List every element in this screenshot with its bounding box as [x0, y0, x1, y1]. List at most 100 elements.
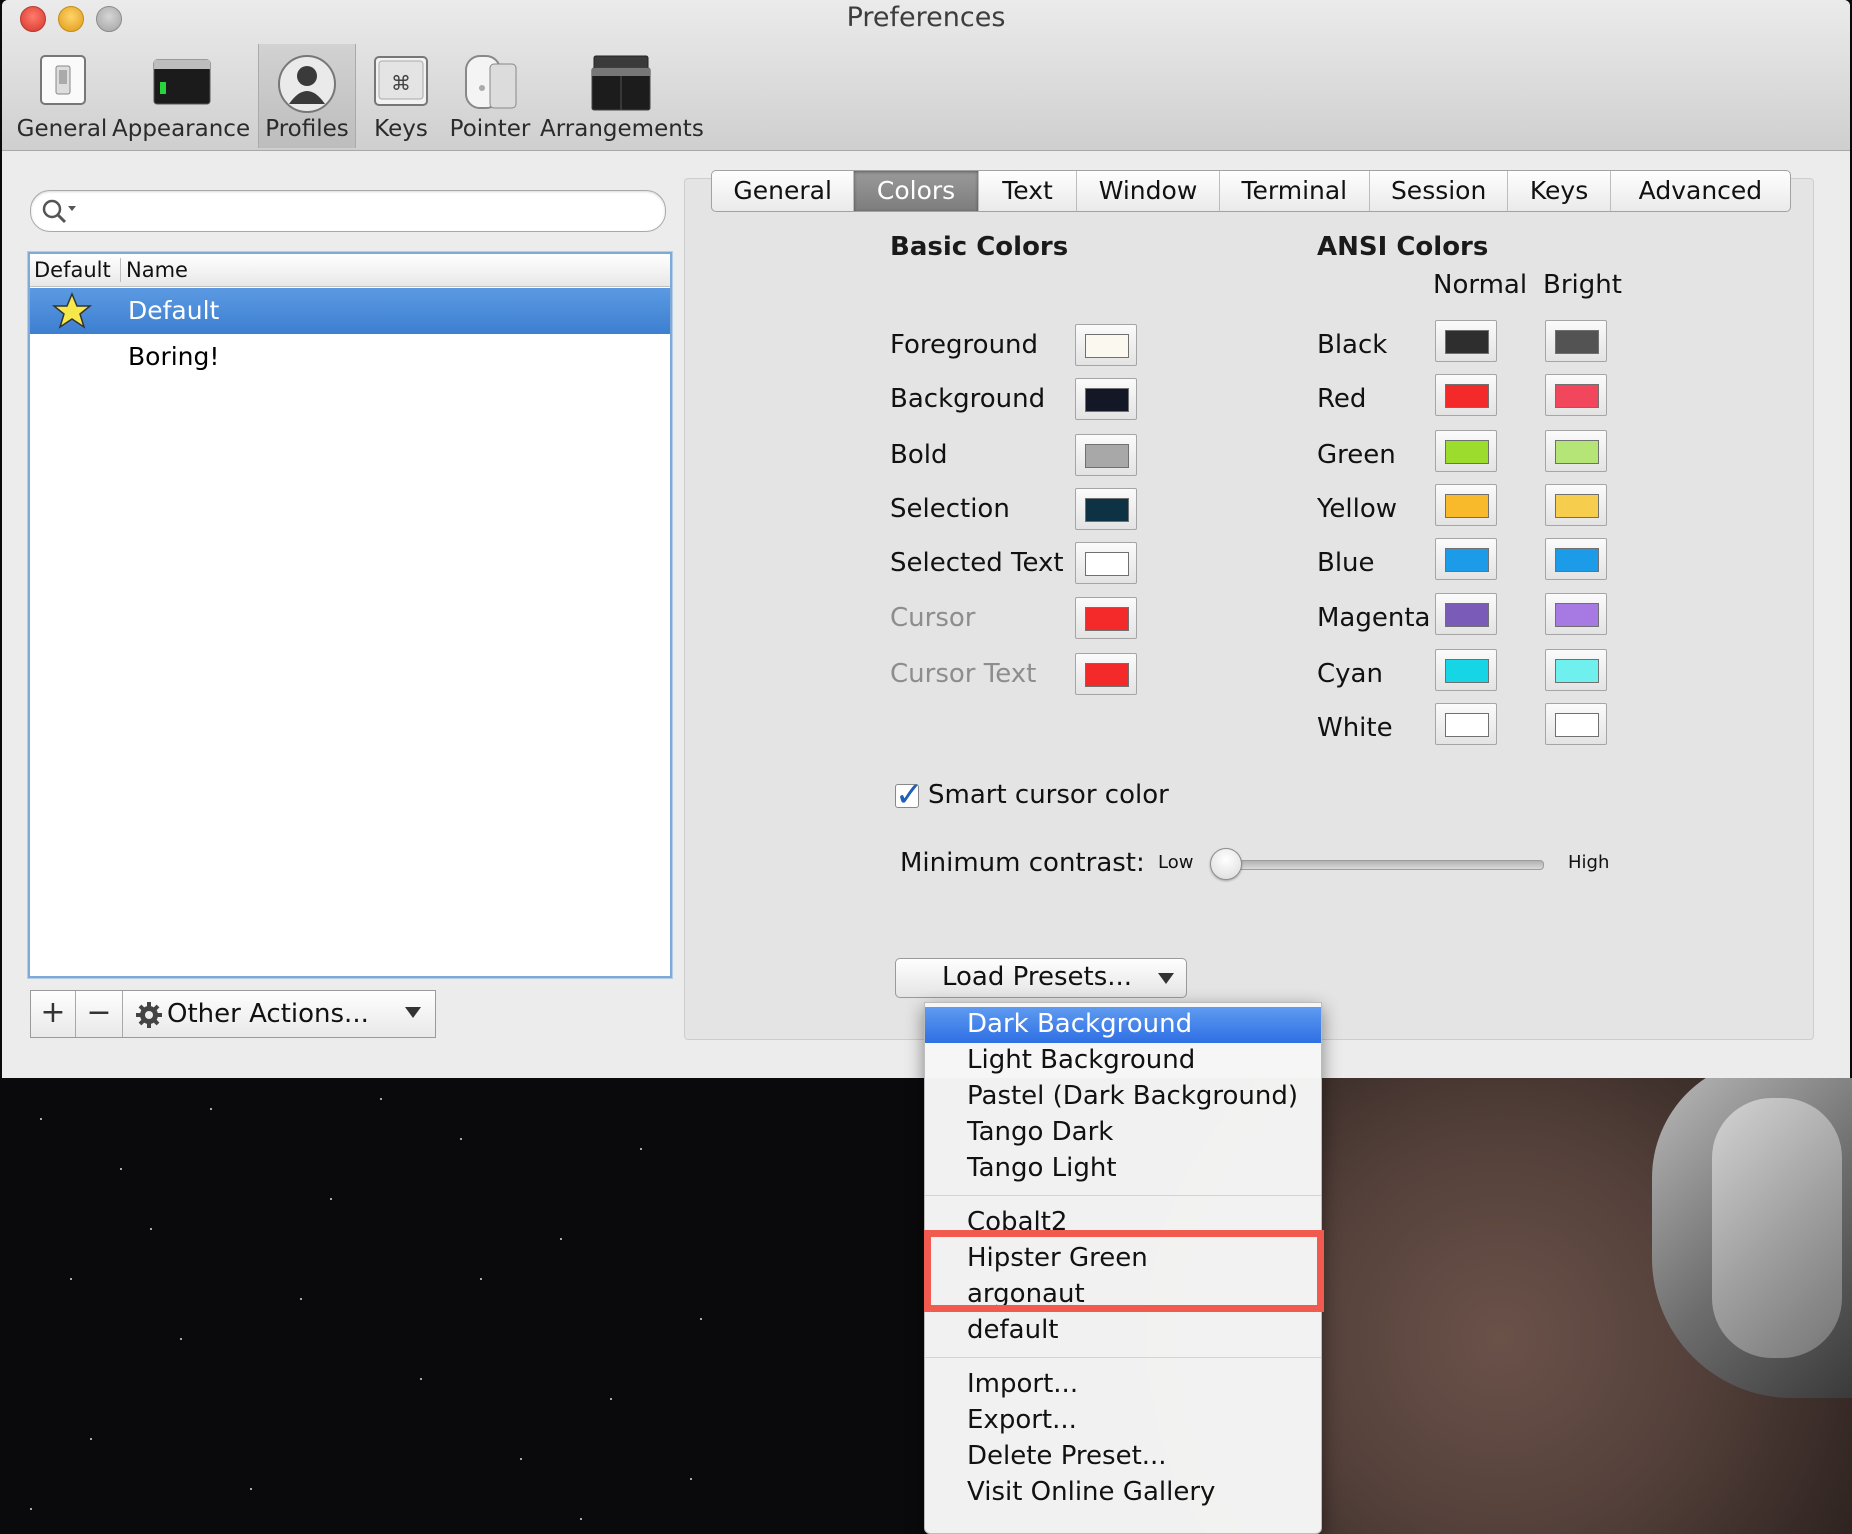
ansi-bright-color-well[interactable]	[1545, 593, 1607, 635]
toolbar-arrangements[interactable]: Arrangements	[540, 44, 704, 148]
toolbar-pointer[interactable]: Pointer	[448, 44, 532, 148]
profile-name: Default	[128, 296, 220, 325]
tab-general[interactable]: General	[712, 171, 855, 211]
toolbar-appearance[interactable]: Appearance	[112, 44, 250, 148]
minimum-contrast-slider-track[interactable]	[1220, 860, 1544, 870]
color-fill	[1085, 498, 1129, 522]
preset-menu-item[interactable]: Tango Dark	[925, 1115, 1321, 1151]
ansi-bright-color-well[interactable]	[1545, 320, 1607, 362]
menu-separator	[925, 1195, 1321, 1196]
color-fill	[1445, 494, 1489, 518]
color-fill	[1445, 440, 1489, 464]
ansi-normal-color-well[interactable]	[1435, 538, 1497, 580]
tab-keys[interactable]: Keys	[1508, 171, 1611, 211]
ansi-bright-color-well[interactable]	[1545, 484, 1607, 526]
chevron-down-icon	[1158, 973, 1174, 984]
ansi-normal-color-well[interactable]	[1435, 320, 1497, 362]
load-presets-button[interactable]: Load Presets...	[895, 958, 1187, 998]
ansi-normal-color-well[interactable]	[1435, 374, 1497, 416]
background-star	[120, 1168, 122, 1170]
preset-menu-item[interactable]: Pastel (Dark Background)	[925, 1079, 1321, 1115]
titlebar: Preferences General Appearance Profiles …	[2, 0, 1850, 151]
other-actions-popup[interactable]: Other Actions...	[123, 991, 435, 1037]
background-star	[210, 1108, 212, 1110]
mouse-icon	[465, 55, 517, 109]
basic-color-label: Selection	[890, 494, 1010, 524]
ansi-color-label: Cyan	[1317, 659, 1383, 689]
remove-profile-button[interactable]: −	[76, 991, 123, 1037]
profile-search-input[interactable]	[83, 195, 647, 227]
preset-menu-item-label: Tango Light	[967, 1153, 1117, 1183]
color-fill	[1555, 603, 1599, 627]
ansi-normal-color-well[interactable]	[1435, 593, 1497, 635]
background-star	[700, 1318, 702, 1320]
basic-color-well[interactable]	[1075, 434, 1137, 476]
color-fill	[1445, 603, 1489, 627]
background-star	[460, 1138, 462, 1140]
basic-color-well[interactable]	[1075, 324, 1137, 366]
color-fill	[1085, 388, 1129, 412]
profile-row[interactable]: Default	[30, 288, 670, 334]
tab-advanced[interactable]: Advanced	[1611, 171, 1790, 211]
tab-session[interactable]: Session	[1370, 171, 1509, 211]
column-header-default[interactable]: Default	[34, 258, 111, 282]
ansi-bright-color-well[interactable]	[1545, 374, 1607, 416]
smart-cursor-checkbox[interactable]: ✓	[895, 775, 924, 815]
basic-color-well[interactable]	[1075, 597, 1137, 639]
ansi-bright-color-well[interactable]	[1545, 649, 1607, 691]
ansi-normal-color-well[interactable]	[1435, 430, 1497, 472]
tab-window[interactable]: Window	[1077, 171, 1220, 211]
profile-search-field[interactable]	[30, 190, 666, 232]
basic-color-well[interactable]	[1075, 488, 1137, 530]
minimum-contrast-slider-knob[interactable]	[1210, 848, 1242, 880]
preset-menu-item-label: Export...	[967, 1405, 1077, 1435]
search-icon	[42, 199, 76, 224]
window-title: Preferences	[846, 2, 1006, 33]
preset-menu-item[interactable]: Delete Preset...	[925, 1439, 1321, 1475]
color-fill	[1445, 330, 1489, 354]
basic-color-label: Selected Text	[890, 548, 1064, 578]
windows-stack-icon	[591, 55, 651, 111]
ansi-bright-color-well[interactable]	[1545, 538, 1607, 580]
profile-row[interactable]: Boring!	[30, 334, 670, 380]
toolbar-general[interactable]: General	[12, 44, 112, 148]
toolbar-profiles[interactable]: Profiles	[258, 44, 356, 148]
profile-list[interactable]: Default Name Default Boring!	[28, 252, 672, 978]
switch-icon	[40, 55, 86, 105]
ansi-normal-color-well[interactable]	[1435, 649, 1497, 691]
preset-menu-item[interactable]: Visit Online Gallery	[925, 1475, 1321, 1511]
menu-separator	[925, 1357, 1321, 1358]
ansi-bright-color-well[interactable]	[1545, 703, 1607, 745]
ansi-color-label: Green	[1317, 440, 1396, 470]
tab-text[interactable]: Text	[979, 171, 1078, 211]
ansi-normal-color-well[interactable]	[1435, 703, 1497, 745]
basic-color-well[interactable]	[1075, 378, 1137, 420]
preset-menu-item[interactable]: default	[925, 1313, 1321, 1349]
preset-menu-item-label: Import...	[967, 1369, 1079, 1399]
tab-colors[interactable]: Colors	[854, 171, 979, 211]
background-star	[380, 1098, 382, 1100]
background-star	[180, 1338, 182, 1340]
color-fill	[1555, 659, 1599, 683]
ansi-bright-column-label: Bright	[1543, 270, 1622, 300]
toolbar-keys[interactable]: ⌘ Keys	[362, 44, 440, 148]
tab-terminal[interactable]: Terminal	[1220, 171, 1370, 211]
ansi-bright-color-well[interactable]	[1545, 430, 1607, 472]
checkmark-icon: ✓	[895, 775, 924, 815]
default-star-icon	[52, 292, 92, 329]
add-profile-button[interactable]: +	[31, 991, 76, 1037]
smart-cursor-label: Smart cursor color	[928, 780, 1169, 810]
basic-color-well[interactable]	[1075, 653, 1137, 695]
basic-color-well[interactable]	[1075, 542, 1137, 584]
preset-menu-item[interactable]: Export...	[925, 1403, 1321, 1439]
preset-menu-item[interactable]: Dark Background	[925, 1007, 1321, 1043]
color-fill	[1085, 552, 1129, 576]
column-header-name[interactable]: Name	[126, 258, 188, 282]
ansi-color-label: White	[1317, 713, 1393, 743]
background-star	[300, 1298, 302, 1300]
person-silhouette-icon	[278, 55, 336, 113]
preset-menu-item[interactable]: Tango Light	[925, 1151, 1321, 1187]
ansi-normal-color-well[interactable]	[1435, 484, 1497, 526]
preset-menu-item[interactable]: Light Background	[925, 1043, 1321, 1079]
preset-menu-item[interactable]: Import...	[925, 1367, 1321, 1403]
